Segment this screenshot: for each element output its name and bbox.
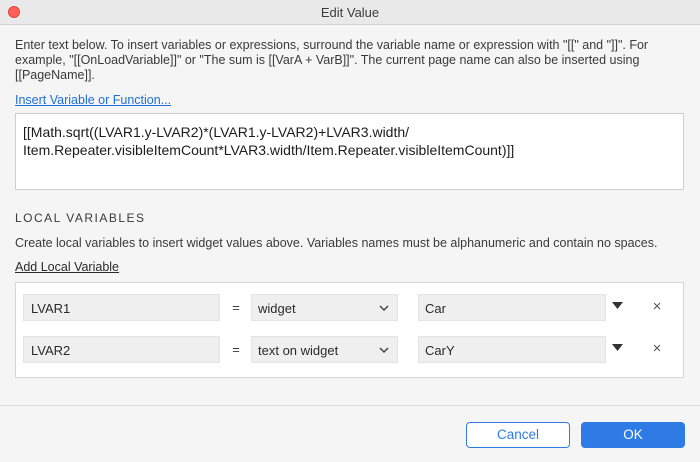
widget-target-input[interactable]: Car (418, 294, 606, 321)
local-variables-heading: LOCAL VARIABLES (15, 211, 146, 225)
chevron-down-icon (379, 347, 389, 354)
local-variable-row: LVAR2 = text on widget CarY × (16, 336, 683, 363)
variable-name-input[interactable]: LVAR2 (23, 336, 220, 363)
insert-variable-link[interactable]: Insert Variable or Function... (15, 93, 171, 107)
title-bar: Edit Value (0, 0, 700, 25)
remove-variable-button[interactable]: × (650, 299, 664, 315)
variable-type-value: text on widget (258, 343, 339, 358)
cancel-button[interactable]: Cancel (466, 422, 570, 448)
chevron-down-icon (379, 305, 389, 312)
add-local-variable-link[interactable]: Add Local Variable (15, 260, 119, 274)
caret-down-icon[interactable] (612, 344, 623, 352)
local-variable-row: LVAR1 = widget Car × (16, 294, 683, 321)
dialog-title: Edit Value (320, 5, 380, 20)
expression-textarea[interactable]: [[Math.sqrt((LVAR1.y-LVAR2)*(LVAR1.y-LVA… (15, 113, 684, 190)
equals-sign: = (232, 300, 240, 315)
variable-type-select[interactable]: widget (251, 294, 398, 321)
ok-button[interactable]: OK (581, 422, 685, 448)
caret-down-icon[interactable] (612, 302, 623, 310)
local-variables-description: Create local variables to insert widget … (15, 236, 658, 250)
variable-type-value: widget (258, 301, 296, 316)
variable-name-input[interactable]: LVAR1 (23, 294, 220, 321)
variable-type-select[interactable]: text on widget (251, 336, 398, 363)
widget-target-input[interactable]: CarY (418, 336, 606, 363)
remove-variable-button[interactable]: × (650, 341, 664, 357)
instructions-text: Enter text below. To insert variables or… (15, 38, 649, 82)
footer-divider (0, 405, 700, 406)
edit-value-dialog: Edit Value Enter text below. To insert v… (0, 0, 700, 462)
equals-sign: = (232, 342, 240, 357)
local-variables-list: LVAR1 = widget Car × LVAR2 = text on wid… (15, 282, 684, 378)
